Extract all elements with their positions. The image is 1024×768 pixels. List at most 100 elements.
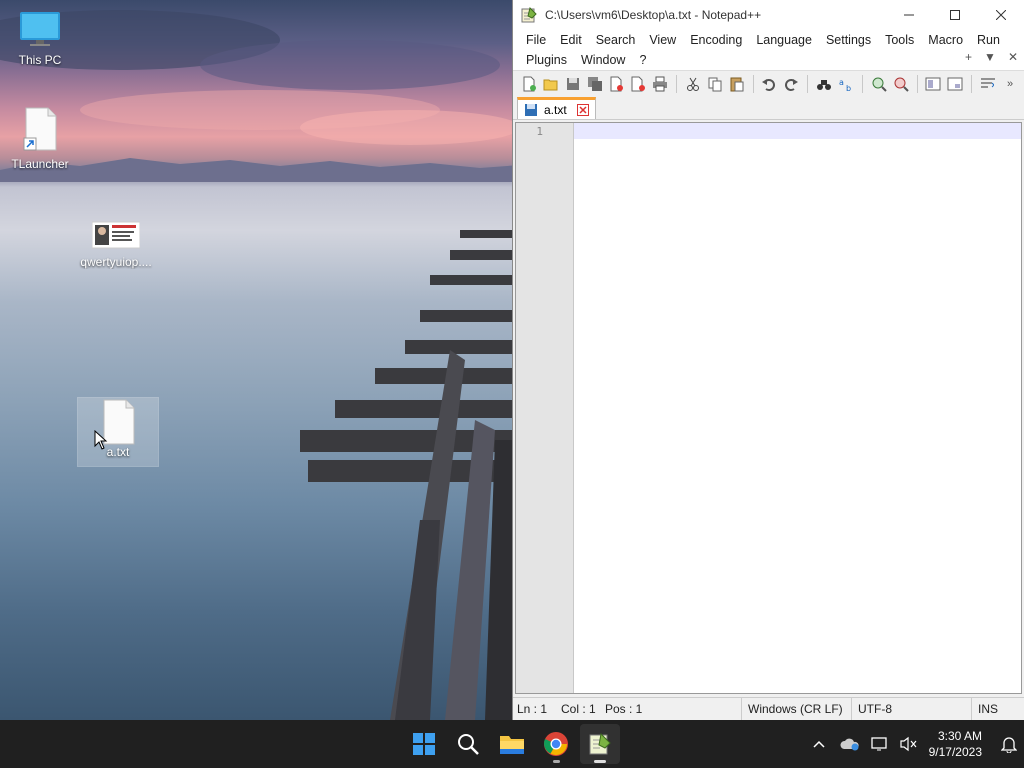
windows-logo-icon (413, 733, 435, 755)
chevron-up-icon (813, 740, 825, 748)
zoom-in-button[interactable] (869, 74, 889, 94)
zoom-out-button[interactable] (891, 74, 911, 94)
menu-window[interactable]: Window (574, 53, 632, 67)
maximize-icon (950, 10, 960, 20)
network-button[interactable] (865, 724, 895, 764)
clock-time: 3:30 AM (937, 729, 982, 743)
sync-scroll-h-icon (947, 77, 963, 90)
cut-button[interactable] (683, 74, 703, 94)
notifications-button[interactable] (994, 724, 1024, 764)
chrome-button[interactable] (536, 724, 576, 764)
toolbar-separator (752, 74, 754, 93)
sync-vertical-button[interactable] (924, 74, 944, 94)
start-button[interactable] (404, 724, 444, 764)
search-button[interactable] (448, 724, 488, 764)
menu-plugins[interactable]: Plugins (519, 53, 574, 67)
volume-button[interactable] (895, 724, 923, 764)
status-column: Col : 1 (561, 701, 596, 716)
menu-search[interactable]: Search (589, 33, 643, 47)
network-icon (870, 737, 887, 751)
text-area[interactable] (574, 123, 1021, 693)
clock[interactable]: 3:30 AM 9/17/2023 (929, 728, 982, 760)
desktop-icon-tlauncher[interactable]: TLauncher (0, 106, 80, 171)
desktop-icon-qwertyuiop[interactable]: qwertyuiop.... (76, 220, 156, 269)
file-explorer-button[interactable] (492, 724, 532, 764)
undo-button[interactable] (760, 74, 780, 94)
status-eol[interactable]: Windows (CR LF) (741, 697, 851, 720)
notepadpp-app-icon (521, 7, 537, 23)
status-insert-mode[interactable]: INS (971, 697, 1002, 720)
menu-tools[interactable]: Tools (878, 33, 921, 47)
status-encoding[interactable]: UTF-8 (851, 697, 971, 720)
close-document-icon[interactable]: ✕ (1008, 50, 1018, 64)
maximize-button[interactable] (932, 0, 978, 30)
menu-row-1: File Edit Search View Encoding Language … (519, 30, 1018, 50)
redo-button[interactable] (781, 74, 801, 94)
desktop-icon-label: qwertyuiop.... (80, 255, 152, 269)
open-file-button[interactable] (541, 74, 561, 94)
menu-right-controls: + ▼ ✕ (965, 50, 1018, 64)
print-button[interactable] (650, 74, 670, 94)
close-all-icon (631, 76, 646, 91)
show-hidden-icons-button[interactable] (803, 724, 835, 764)
word-wrap-button[interactable] (978, 74, 998, 94)
save-button[interactable] (563, 74, 583, 94)
save-all-button[interactable] (585, 74, 605, 94)
tab-a-txt[interactable]: a.txt (517, 97, 596, 119)
folder-icon (500, 736, 524, 754)
save-icon (566, 77, 579, 90)
title-bar[interactable]: C:\Users\vm6\Desktop\a.txt - Notepad++ (513, 0, 1024, 30)
menu-language[interactable]: Language (749, 33, 819, 47)
close-button[interactable] (978, 0, 1024, 30)
new-file-icon (523, 76, 536, 91)
sync-horizontal-button[interactable] (945, 74, 965, 94)
new-file-button[interactable] (519, 74, 539, 94)
toolbar-separator (971, 74, 973, 93)
tab-bar: a.txt (513, 96, 1024, 120)
zoom-out-icon (894, 77, 909, 92)
paste-icon (730, 77, 744, 91)
clock-date: 9/17/2023 (928, 745, 982, 759)
onedrive-button[interactable] (835, 724, 865, 764)
search-icon (458, 734, 479, 755)
menu-help[interactable]: ? (632, 53, 653, 67)
notepadpp-taskbar-button[interactable] (580, 724, 620, 764)
chevron-right-icon: » (1007, 77, 1014, 90)
replace-button[interactable]: ab (836, 74, 856, 94)
toolbar-separator (916, 74, 918, 93)
svg-text:a: a (839, 78, 844, 87)
window-title: C:\Users\vm6\Desktop\a.txt - Notepad++ (545, 8, 762, 22)
tab-close-icon[interactable] (576, 103, 589, 116)
toolbar: ab » (513, 70, 1024, 96)
menu-encoding[interactable]: Encoding (683, 33, 749, 47)
svg-text:b: b (846, 84, 851, 92)
copy-button[interactable] (705, 74, 725, 94)
redo-icon (785, 78, 799, 91)
close-file-button[interactable] (606, 74, 626, 94)
menu-settings[interactable]: Settings (819, 33, 878, 47)
editor-area[interactable]: 1 (515, 122, 1022, 694)
menu-macro[interactable]: Macro (921, 33, 970, 47)
menu-file[interactable]: File (519, 33, 553, 47)
menu-view[interactable]: View (642, 33, 683, 47)
close-icon (996, 10, 1006, 20)
tab-label: a.txt (544, 102, 567, 117)
replace-icon: ab (839, 78, 851, 92)
new-tab-plus-icon[interactable]: + (965, 50, 972, 64)
menu-run[interactable]: Run (970, 33, 1007, 47)
line-number-gutter: 1 (516, 123, 574, 693)
paste-button[interactable] (727, 74, 747, 94)
save-all-icon (587, 76, 602, 91)
close-all-button[interactable] (628, 74, 648, 94)
image-thumbnail-icon (91, 221, 141, 249)
tab-list-dropdown-icon[interactable]: ▼ (984, 50, 996, 64)
desktop-icon-this-pc[interactable]: This PC (0, 8, 80, 67)
desktop-icon-a-txt[interactable]: a.txt (77, 397, 159, 467)
status-bar: Ln : 1 Col : 1 Pos : 1 Windows (CR LF) U… (513, 697, 1024, 720)
cloud (200, 40, 500, 90)
menu-edit[interactable]: Edit (553, 33, 589, 47)
minimize-button[interactable] (886, 0, 932, 30)
toolbar-overflow-button[interactable]: » (1000, 74, 1020, 94)
find-button[interactable] (814, 74, 834, 94)
toolbar-separator (807, 74, 809, 93)
